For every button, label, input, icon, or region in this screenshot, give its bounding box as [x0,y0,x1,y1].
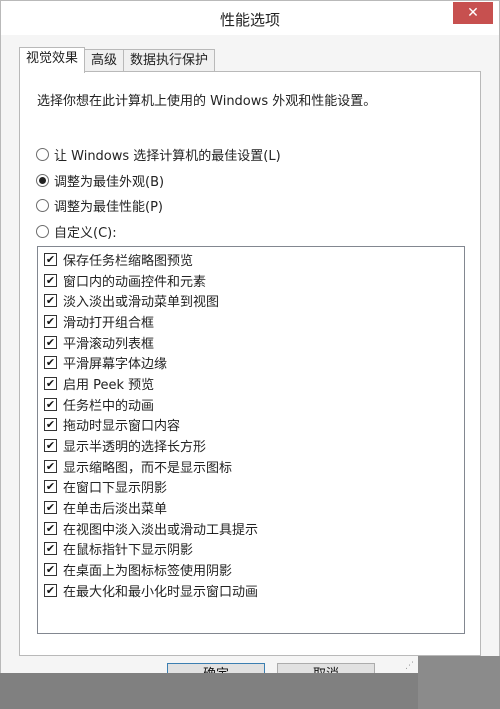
close-icon: ✕ [467,5,479,21]
checkmark-icon: ✔ [45,376,56,390]
checkmark-icon: ✔ [45,480,56,494]
effect-item[interactable]: ✔ 显示缩略图，而不是显示图标 [38,456,464,477]
checkmark-icon: ✔ [45,397,56,411]
effect-label: 任务栏中的动画 [63,398,155,414]
effect-checkbox[interactable]: ✔ [44,480,57,494]
visual-effects-panel: 选择你想在此计算机上使用的 Windows 外观和性能设置。 让 Windows… [19,71,481,656]
effect-label: 显示缩略图，而不是显示图标 [63,460,233,476]
effect-label: 滑动打开组合框 [63,315,155,331]
checkmark-icon: ✔ [45,294,56,308]
background-corner [418,656,500,709]
effect-checkbox[interactable]: ✔ [44,376,57,390]
effect-label: 在窗口下显示阴影 [63,481,168,497]
effect-label: 平滑屏幕字体边缘 [63,357,168,373]
effect-label: 拖动时显示窗口内容 [63,419,181,435]
effect-label: 在最大化和最小化时显示窗口动画 [63,584,259,600]
radio-let-windows-choose[interactable]: 让 Windows 选择计算机的最佳设置(L) [36,145,281,164]
effect-item[interactable]: ✔ 平滑屏幕字体边缘 [38,352,464,373]
effect-label: 窗口内的动画控件和元素 [63,274,207,290]
effect-checkbox[interactable]: ✔ [44,397,57,411]
checkmark-icon: ✔ [45,314,56,328]
checkmark-icon: ✔ [45,273,56,287]
radio-button[interactable] [36,199,49,212]
effect-item[interactable]: ✔ 显示半透明的选择长方形 [38,435,464,456]
radio-label: 自定义(C): [54,226,117,241]
checkmark-icon: ✔ [45,252,56,266]
close-button[interactable]: ✕ [453,2,493,24]
effects-list[interactable]: ✔ 保存任务栏缩略图预览 ✔ 窗口内的动画控件和元素 ✔ 淡入淡出或滑动菜单到视图 ✔ 滑动打… [37,246,465,634]
tab-strip: 视觉效果 高级 数据执行保护 [19,47,216,73]
effect-checkbox[interactable]: ✔ [44,542,57,556]
radio-button[interactable] [36,174,49,187]
checkmark-icon: ✔ [45,501,56,515]
title-bar: 性能选项 ✕ [1,1,499,35]
effect-checkbox[interactable]: ✔ [44,356,57,370]
checkmark-icon: ✔ [45,521,56,535]
effect-label: 启用 Peek 预览 [63,377,155,393]
checkmark-icon: ✔ [45,356,56,370]
tab-data-execution-prevention[interactable]: 数据执行保护 [123,49,216,72]
checkmark-icon: ✔ [45,563,56,577]
tab-visual-effects[interactable]: 视觉效果 [19,47,86,73]
checkmark-icon: ✔ [45,439,56,453]
effect-checkbox[interactable]: ✔ [44,459,57,473]
effect-checkbox[interactable]: ✔ [44,563,57,577]
radio-label: 调整为最佳外观(B) [54,175,165,190]
effect-item[interactable]: ✔ 在窗口下显示阴影 [38,477,464,498]
effect-label: 淡入淡出或滑动菜单到视图 [63,295,220,311]
effect-item[interactable]: ✔ 窗口内的动画控件和元素 [38,270,464,291]
effect-checkbox[interactable]: ✔ [44,439,57,453]
effect-item[interactable]: ✔ 在视图中淡入淡出或滑动工具提示 [38,518,464,539]
checkmark-icon: ✔ [45,583,56,597]
radio-label: 调整为最佳性能(P) [54,200,163,215]
window-title: 性能选项 [219,11,280,29]
effect-checkbox[interactable]: ✔ [44,335,57,349]
effect-checkbox[interactable]: ✔ [44,273,57,287]
resize-grip-icon[interactable]: ⋰ [405,661,419,671]
radio-button[interactable] [36,148,49,161]
effect-label: 在单击后淡出菜单 [63,502,168,518]
effect-checkbox[interactable]: ✔ [44,501,57,515]
effect-label: 保存任务栏缩略图预览 [63,253,194,269]
radio-label: 让 Windows 选择计算机的最佳设置(L) [54,149,281,164]
radio-button[interactable] [36,225,49,238]
checkmark-icon: ✔ [45,418,56,432]
effect-checkbox[interactable]: ✔ [44,314,57,328]
radio-custom[interactable]: 自定义(C): [36,222,117,241]
radio-best-appearance[interactable]: 调整为最佳外观(B) [36,171,164,190]
effect-item[interactable]: ✔ 任务栏中的动画 [38,394,464,415]
panel-description: 选择你想在此计算机上使用的 Windows 外观和性能设置。 [37,94,377,109]
effect-item[interactable]: ✔ 平滑滚动列表框 [38,332,464,353]
effect-item[interactable]: ✔ 淡入淡出或滑动菜单到视图 [38,290,464,311]
checkmark-icon: ✔ [45,459,56,473]
effect-label: 在桌面上为图标标签使用阴影 [63,564,233,580]
radio-best-performance[interactable]: 调整为最佳性能(P) [36,196,163,215]
performance-options-dialog: 性能选项 ✕ 视觉效果 高级 数据执行保护 选择你想在此计算机上使用的 Wind… [0,0,500,675]
effect-item[interactable]: ✔ 拖动时显示窗口内容 [38,415,464,436]
effect-item[interactable]: ✔ 在桌面上为图标标签使用阴影 [38,559,464,580]
effect-label: 显示半透明的选择长方形 [63,440,207,456]
tab-advanced[interactable]: 高级 [84,49,125,72]
effect-checkbox[interactable]: ✔ [44,583,57,597]
effect-item[interactable]: ✔ 滑动打开组合框 [38,311,464,332]
effect-label: 在鼠标指针下显示阴影 [63,543,194,559]
effect-checkbox[interactable]: ✔ [44,418,57,432]
checkmark-icon: ✔ [45,335,56,349]
effect-checkbox[interactable]: ✔ [44,521,57,535]
effect-checkbox[interactable]: ✔ [44,252,57,266]
effect-item[interactable]: ✔ 在单击后淡出菜单 [38,497,464,518]
effect-item[interactable]: ✔ 保存任务栏缩略图预览 [38,249,464,270]
effect-item[interactable]: ✔ 在鼠标指针下显示阴影 [38,539,464,560]
effect-item[interactable]: ✔ 启用 Peek 预览 [38,373,464,394]
checkmark-icon: ✔ [45,542,56,556]
effect-label: 平滑滚动列表框 [63,336,155,352]
effect-label: 在视图中淡入淡出或滑动工具提示 [63,522,259,538]
effect-item[interactable]: ✔ 在最大化和最小化时显示窗口动画 [38,580,464,601]
effect-checkbox[interactable]: ✔ [44,294,57,308]
